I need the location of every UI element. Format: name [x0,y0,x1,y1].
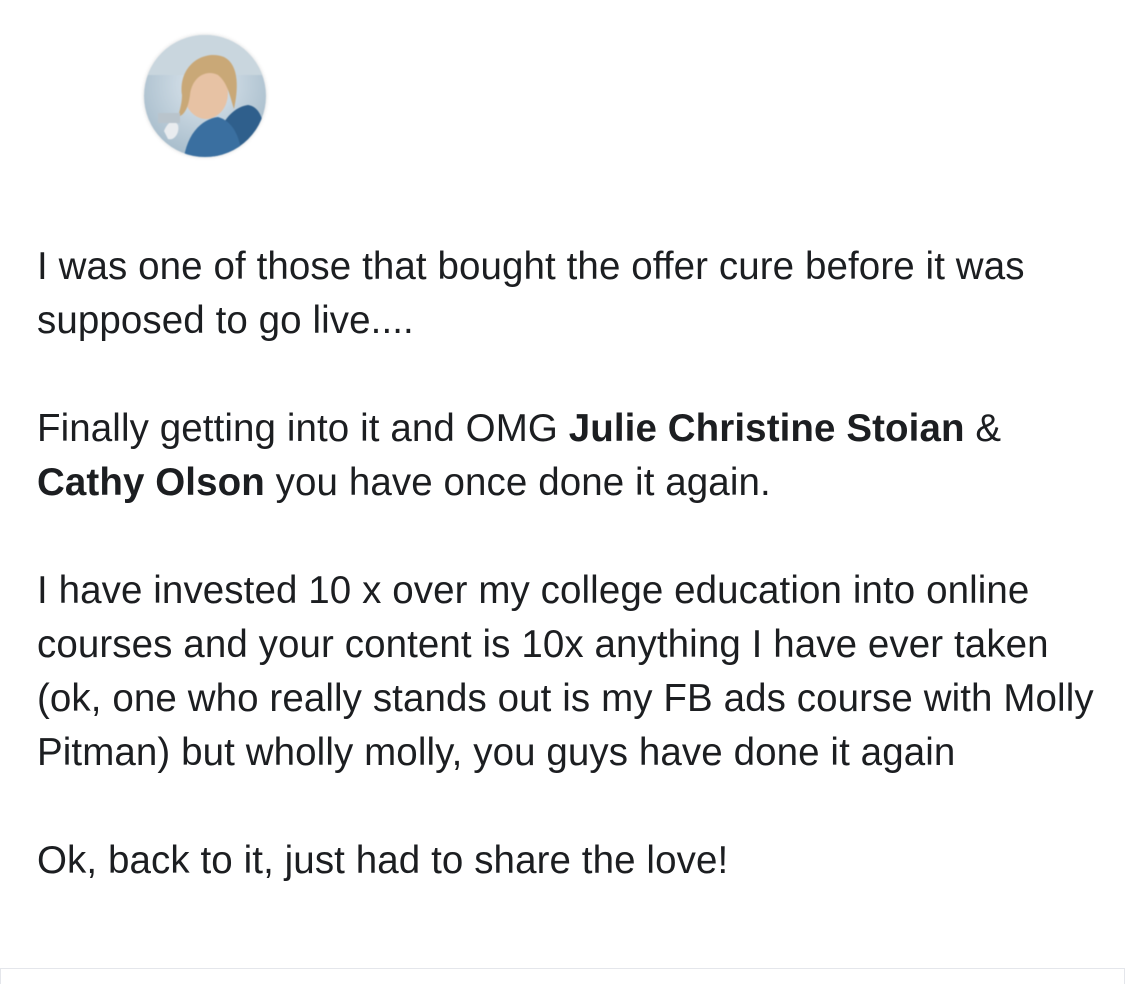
post-paragraph: I was one of those that bought the offer… [37,245,1025,342]
post-text: you have once done it again. [264,461,771,504]
mention-link[interactable]: Cathy Olson [37,461,265,504]
post-card: I was one of those that bought the offer… [0,0,1125,984]
post-text: Finally getting into it and OMG [37,407,569,450]
avatar-image [144,35,266,157]
post-divider [0,968,1125,984]
avatar[interactable] [144,35,266,157]
post-paragraph: I have invested 10 x over my college edu… [37,569,1094,774]
post-paragraph: Ok, back to it, just had to share the lo… [37,839,729,882]
post-text: & [964,407,1002,450]
mention-link[interactable]: Julie Christine Stoian [569,407,965,450]
post-paragraph: Finally getting into it and OMG Julie Ch… [37,402,1107,510]
post-message: I was one of those that bought the offer… [37,240,1107,888]
